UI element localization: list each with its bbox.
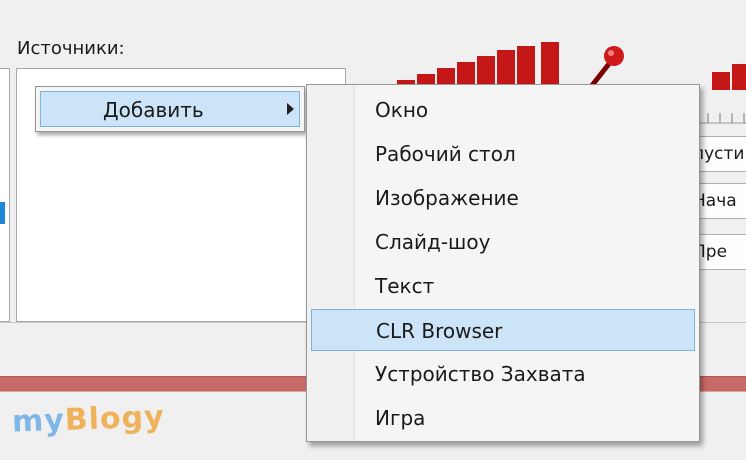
submenu-item-text[interactable]: Текст <box>311 265 695 307</box>
submenu-item-window[interactable]: Окно <box>311 89 695 131</box>
meter-bar <box>732 64 746 90</box>
chevron-right-icon <box>287 103 294 115</box>
submenu-item-clr-browser[interactable]: CLR Browser <box>311 309 695 351</box>
submenu-item-slideshow[interactable]: Слайд-шоу <box>311 221 695 263</box>
sources-label: Источники: <box>17 38 125 59</box>
submenu-item-desktop[interactable]: Рабочий стол <box>311 133 695 175</box>
watermark-logo: myBlogy <box>11 399 166 440</box>
submenu-item-game[interactable]: Игра <box>311 397 695 439</box>
volume-meter-right <box>700 40 746 90</box>
volume-meter <box>395 40 565 90</box>
left-panel-selection <box>0 202 5 224</box>
submenu-item-capture-device[interactable]: Устройство Захвата <box>311 353 695 395</box>
add-submenu: Окно Рабочий стол Изображение Слайд-шоу … <box>306 84 700 442</box>
meter-bar <box>541 42 559 90</box>
meter-bar <box>712 72 730 90</box>
menu-item-add[interactable]: Добавить <box>40 91 300 127</box>
context-menu: Добавить <box>35 86 305 132</box>
submenu-item-image[interactable]: Изображение <box>311 177 695 219</box>
menu-item-add-label: Добавить <box>103 98 204 122</box>
left-panel <box>0 68 10 322</box>
